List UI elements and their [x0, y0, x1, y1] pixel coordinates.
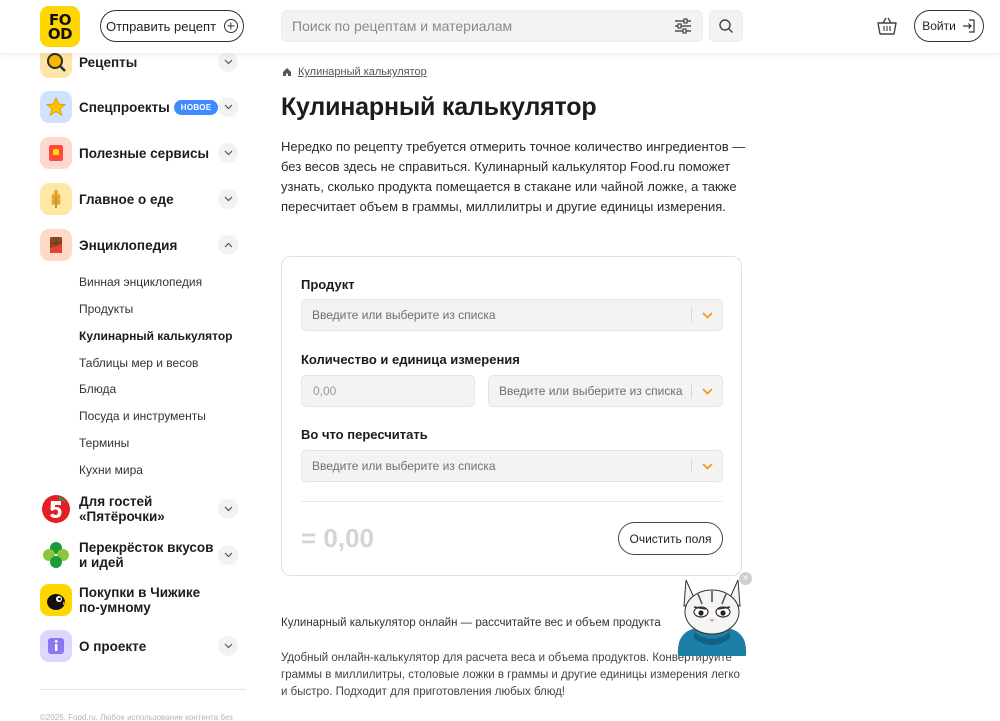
label-line-2: «Пятёрочки» — [79, 509, 165, 524]
quantity-input[interactable]: 0,00 — [301, 375, 475, 407]
plus-circle-icon — [224, 19, 239, 33]
wheat-icon — [40, 183, 72, 215]
food-logo[interactable]: FO OD — [40, 6, 80, 47]
sidebar-divider — [40, 689, 246, 690]
calculator-card: Продукт Введите или выберите из списка К… — [281, 256, 742, 576]
unit-placeholder: Введите или выберите из списка — [499, 384, 683, 398]
product-select[interactable]: Введите или выберите из списка — [301, 299, 723, 331]
card-divider — [301, 501, 722, 502]
new-badge: НОВОЕ — [173, 99, 219, 115]
section-subheading: Кулинарный калькулятор онлайн — рассчита… — [281, 617, 661, 629]
subnav-item-measure-tables[interactable]: Таблицы мер и весов — [79, 356, 198, 370]
chevron-down-icon[interactable] — [218, 189, 238, 209]
clear-fields-button[interactable]: Очистить поля — [618, 522, 723, 555]
chevron-down-icon[interactable] — [218, 52, 238, 72]
sidebar-item-label: Покупки в Чижике по-умному — [79, 585, 200, 615]
close-icon[interactable]: × — [739, 572, 752, 585]
label-line-1: Перекрёсток вкусов — [79, 540, 214, 555]
chevron-down-icon[interactable] — [218, 97, 238, 117]
page-title: Кулинарный калькулятор — [281, 93, 597, 121]
chizhik-icon — [40, 584, 72, 616]
login-label: Войти — [922, 19, 956, 33]
sidebar-item-perekrestok[interactable]: Перекрёсток вкусов и идей — [40, 537, 246, 573]
search-icon — [719, 19, 733, 33]
search-bar — [281, 10, 703, 42]
convert-placeholder: Введите или выберите из списка — [312, 459, 496, 473]
chocolate-icon — [40, 229, 72, 261]
send-recipe-button[interactable]: Отправить рецепт — [100, 10, 244, 42]
send-recipe-label: Отправить рецепт — [105, 18, 217, 34]
subnav-item-terms[interactable]: Термины — [79, 436, 129, 450]
sidebar-item-label: Полезные сервисы — [79, 145, 210, 161]
sidebar-item-label: Рецепты — [79, 54, 138, 70]
chevron-up-icon[interactable] — [218, 235, 238, 255]
chevron-down-icon[interactable] — [218, 499, 238, 519]
subnav-item-products[interactable]: Продукты — [79, 302, 133, 316]
description-text: Удобный онлайн-калькулятор для расчета в… — [281, 652, 740, 698]
label-line-2: и идей — [79, 555, 124, 570]
subnav-item-dishes[interactable]: Блюда — [79, 382, 116, 396]
label-line-1: Для гостей — [79, 494, 153, 509]
sidebar-item-pyaterochka[interactable]: Для гостей «Пятёрочки» — [40, 491, 246, 527]
quantity-placeholder: 0,00 — [313, 384, 337, 398]
subnav-item-cookware[interactable]: Посуда и инструменты — [79, 409, 206, 423]
quantity-label: Количество и единица измерения — [301, 352, 520, 367]
product-label: Продукт — [301, 277, 355, 292]
sidebar-item-label: Главное о еде — [79, 191, 174, 207]
sidebar-item-services[interactable]: Полезные сервисы — [40, 135, 246, 171]
copyright-text: ©2025. Food.ru. Любое использование конт… — [40, 713, 233, 721]
convert-select[interactable]: Введите или выберите из списка — [301, 450, 723, 482]
basket-icon[interactable] — [876, 15, 898, 37]
intro-text: Нередко по рецепту требуется отмерить то… — [281, 139, 746, 214]
sidebar-item-label: Энциклопедия — [79, 237, 178, 253]
sidebar-item-label: Для гостей «Пятёрочки» — [79, 494, 165, 524]
sidebar-item-about-food[interactable]: Главное о еде — [40, 181, 246, 217]
chevron-down-icon[interactable] — [692, 462, 722, 470]
site-header: FO OD Отправить рецепт Войти — [0, 0, 1000, 53]
chevron-down-icon[interactable] — [218, 545, 238, 565]
home-icon[interactable] — [282, 67, 292, 77]
chevron-down-icon[interactable] — [218, 636, 238, 656]
sidebar-item-label: Перекрёсток вкусов и идей — [79, 540, 213, 570]
sidebar-item-special-projects[interactable]: Спецпроекты НОВОЕ — [40, 89, 246, 125]
subnav-item-culinary-calculator[interactable]: Кулинарный калькулятор — [79, 329, 233, 343]
chevron-down-icon[interactable] — [218, 143, 238, 163]
star-icon — [40, 91, 72, 123]
logo-text-bottom: OD — [47, 24, 73, 43]
info-icon — [40, 630, 72, 662]
sidebar-item-encyclopedia[interactable]: Энциклопедия — [40, 227, 246, 263]
label-line-1: Покупки в Чижике — [79, 585, 201, 600]
convert-label: Во что пересчитать — [301, 427, 428, 442]
login-icon — [962, 19, 975, 33]
services-icon — [40, 137, 72, 169]
result-value: = 0,00 — [301, 523, 375, 553]
subnav-item-wine-encyclopedia[interactable]: Винная энциклопедия — [79, 275, 202, 289]
subnav-item-world-cuisines[interactable]: Кухни мира — [79, 463, 143, 477]
sidebar-item-about-project[interactable]: О проекте — [40, 628, 246, 664]
login-button[interactable]: Войти — [914, 10, 984, 42]
breadcrumb: Кулинарный калькулятор — [282, 66, 427, 78]
label-line-2: по-умному — [79, 600, 151, 615]
perekrestok-icon — [40, 539, 72, 571]
unit-select[interactable]: Введите или выберите из списка — [488, 375, 723, 407]
sidebar-item-label: О проекте — [79, 638, 147, 654]
search-input[interactable] — [282, 11, 662, 41]
sidebar-item-label: Спецпроекты — [79, 99, 170, 115]
pyaterochka-icon — [40, 493, 72, 525]
product-placeholder: Введите или выберите из списка — [312, 308, 496, 322]
chevron-down-icon[interactable] — [692, 311, 722, 319]
search-button[interactable] — [709, 10, 743, 42]
breadcrumb-link[interactable]: Кулинарный калькулятор — [298, 66, 427, 78]
sidebar-item-chizhik[interactable]: Покупки в Чижике по-умному — [40, 582, 246, 618]
filter-icon[interactable] — [674, 18, 692, 34]
chevron-down-icon[interactable] — [692, 387, 722, 395]
